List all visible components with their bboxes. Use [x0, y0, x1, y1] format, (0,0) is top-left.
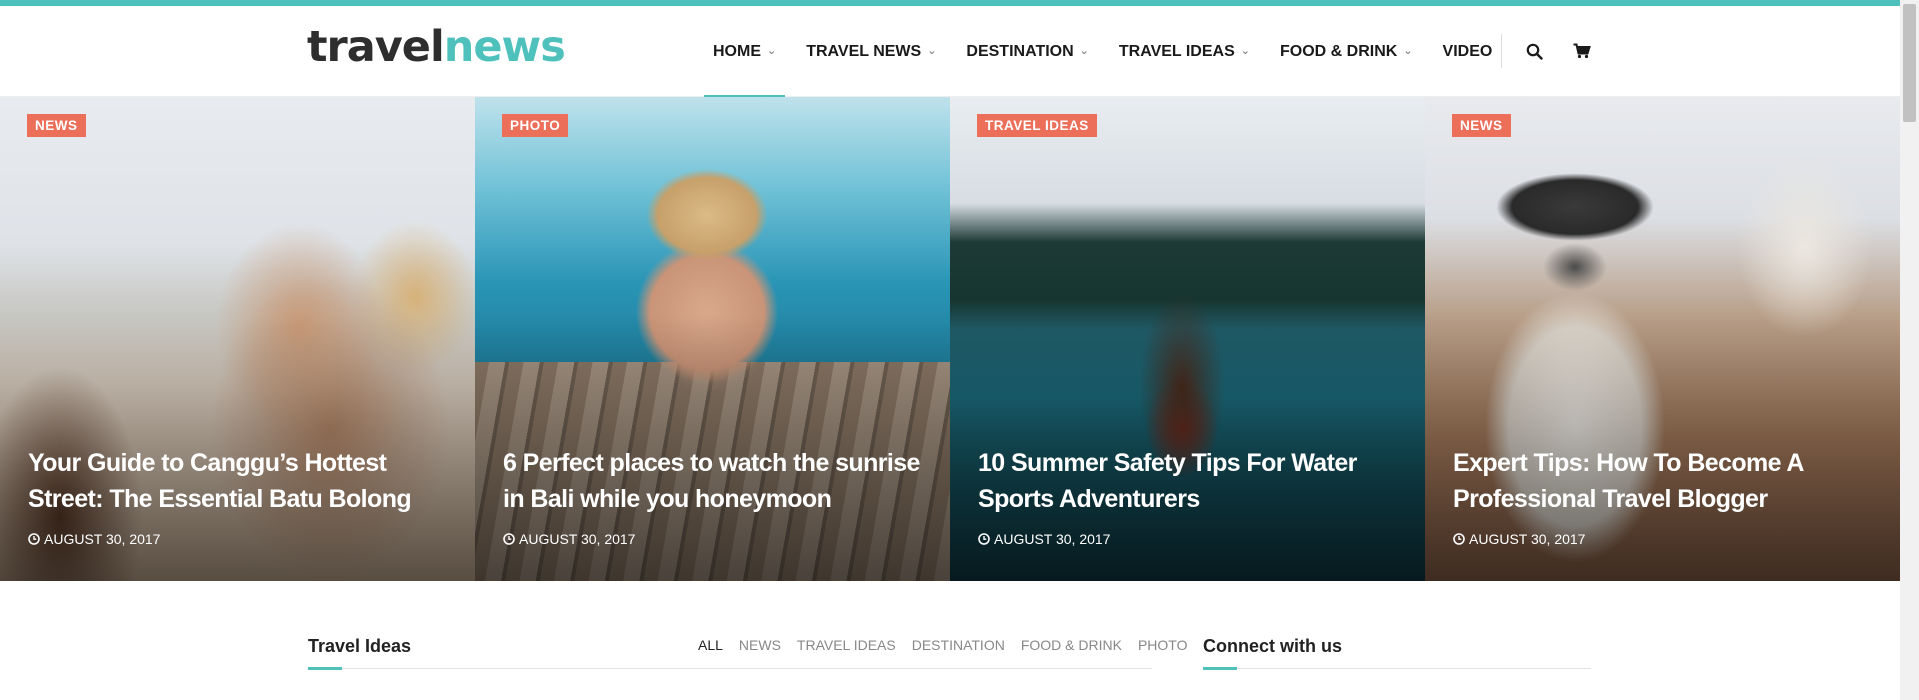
hero-slide-2[interactable]: PHOTO 6 Perfect places to watch the sunr…	[475, 97, 950, 581]
date-text: AUGUST 30, 2017	[44, 531, 161, 547]
filter-all[interactable]: ALL	[698, 637, 723, 653]
travel-ideas-divider	[308, 668, 1152, 669]
connect-accent	[1203, 667, 1237, 670]
nav-label: HOME	[713, 42, 761, 60]
slide-date: AUGUST 30, 2017	[978, 531, 1110, 547]
chevron-down-icon: ⌄	[767, 45, 777, 57]
category-badge[interactable]: PHOTO	[502, 114, 569, 138]
nav-item-travel-news[interactable]: TRAVEL NEWS ⌄	[797, 6, 945, 97]
date-text: AUGUST 30, 2017	[994, 531, 1111, 547]
chevron-down-icon: ⌄	[1079, 45, 1089, 57]
filter-photo[interactable]: PHOTO	[1138, 637, 1188, 653]
nav-item-travel-ideas[interactable]: TRAVEL IDEAS ⌄	[1110, 6, 1259, 97]
nav-label: DESTINATION	[966, 42, 1074, 60]
clock-icon	[503, 533, 515, 545]
nav-divider	[1501, 34, 1502, 68]
slide-title[interactable]: Your Guide to Canggu’s Hottest Street: T…	[28, 445, 449, 517]
slide-date: AUGUST 30, 2017	[28, 531, 160, 547]
nav-label: VIDEO	[1442, 42, 1493, 60]
logo-text-travel: travel	[307, 22, 445, 72]
search-button[interactable]	[1521, 38, 1547, 64]
connect-heading: Connect with us	[1203, 636, 1342, 656]
category-badge[interactable]: NEWS	[27, 114, 86, 138]
chevron-down-icon: ⌄	[1240, 45, 1250, 57]
hero-slide-1[interactable]: NEWS Your Guide to Canggu’s Hottest Stre…	[0, 97, 475, 581]
slide-title[interactable]: 6 Perfect places to watch the sunrise in…	[503, 445, 924, 517]
chevron-down-icon: ⌄	[1403, 45, 1413, 57]
nav-label: TRAVEL NEWS	[806, 42, 922, 60]
travel-ideas-filters: ALL NEWS TRAVEL IDEAS DESTINATION FOOD &…	[698, 637, 1203, 653]
hero-slider: NEWS Your Guide to Canggu’s Hottest Stre…	[0, 97, 1900, 581]
filter-destination[interactable]: DESTINATION	[912, 637, 1005, 653]
scrollbar-thumb[interactable]	[1903, 4, 1916, 122]
page-scrollbar[interactable]	[1900, 0, 1919, 700]
slide-date: AUGUST 30, 2017	[503, 531, 635, 547]
slide-title[interactable]: Expert Tips: How To Become A Professiona…	[1453, 445, 1874, 517]
site-logo[interactable]: travelnews	[307, 26, 566, 69]
category-badge[interactable]: NEWS	[1452, 114, 1511, 138]
hero-slide-4[interactable]: NEWS Expert Tips: How To Become A Profes…	[1425, 97, 1900, 581]
clock-icon	[1453, 533, 1465, 545]
clock-icon	[978, 533, 990, 545]
filter-travel-ideas[interactable]: TRAVEL IDEAS	[797, 637, 896, 653]
slide-title[interactable]: 10 Summer Safety Tips For Water Sports A…	[978, 445, 1399, 517]
nav-label: FOOD & DRINK	[1279, 42, 1398, 60]
chevron-down-icon: ⌄	[927, 45, 937, 57]
date-text: AUGUST 30, 2017	[1469, 531, 1586, 547]
logo-text-news: news	[443, 22, 566, 72]
search-icon	[1526, 43, 1543, 60]
filter-food-drink[interactable]: FOOD & DRINK	[1021, 637, 1122, 653]
nav-item-food-drink[interactable]: FOOD & DRINK ⌄	[1271, 6, 1422, 97]
cart-icon	[1573, 43, 1591, 59]
category-badge[interactable]: TRAVEL IDEAS	[977, 114, 1097, 138]
nav-item-home[interactable]: HOME ⌄	[704, 6, 786, 98]
site-header: travelnews HOME ⌄ TRAVEL NEWS ⌄ DESTINAT…	[0, 6, 1900, 98]
travel-ideas-accent	[308, 667, 342, 670]
filter-news[interactable]: NEWS	[739, 637, 781, 653]
nav-item-destination[interactable]: DESTINATION ⌄	[957, 6, 1097, 97]
date-text: AUGUST 30, 2017	[519, 531, 636, 547]
connect-divider	[1203, 668, 1591, 669]
nav-label: TRAVEL IDEAS	[1118, 42, 1235, 60]
clock-icon	[28, 533, 40, 545]
slide-date: AUGUST 30, 2017	[1453, 531, 1585, 547]
main-nav: HOME ⌄ TRAVEL NEWS ⌄ DESTINATION ⌄ TRAVE…	[704, 6, 1513, 98]
travel-ideas-heading: Travel Ideas	[308, 636, 412, 656]
cart-button[interactable]	[1569, 38, 1595, 64]
hero-slide-3[interactable]: TRAVEL IDEAS 10 Summer Safety Tips For W…	[950, 97, 1425, 581]
nav-item-video[interactable]: VIDEO	[1434, 6, 1502, 97]
